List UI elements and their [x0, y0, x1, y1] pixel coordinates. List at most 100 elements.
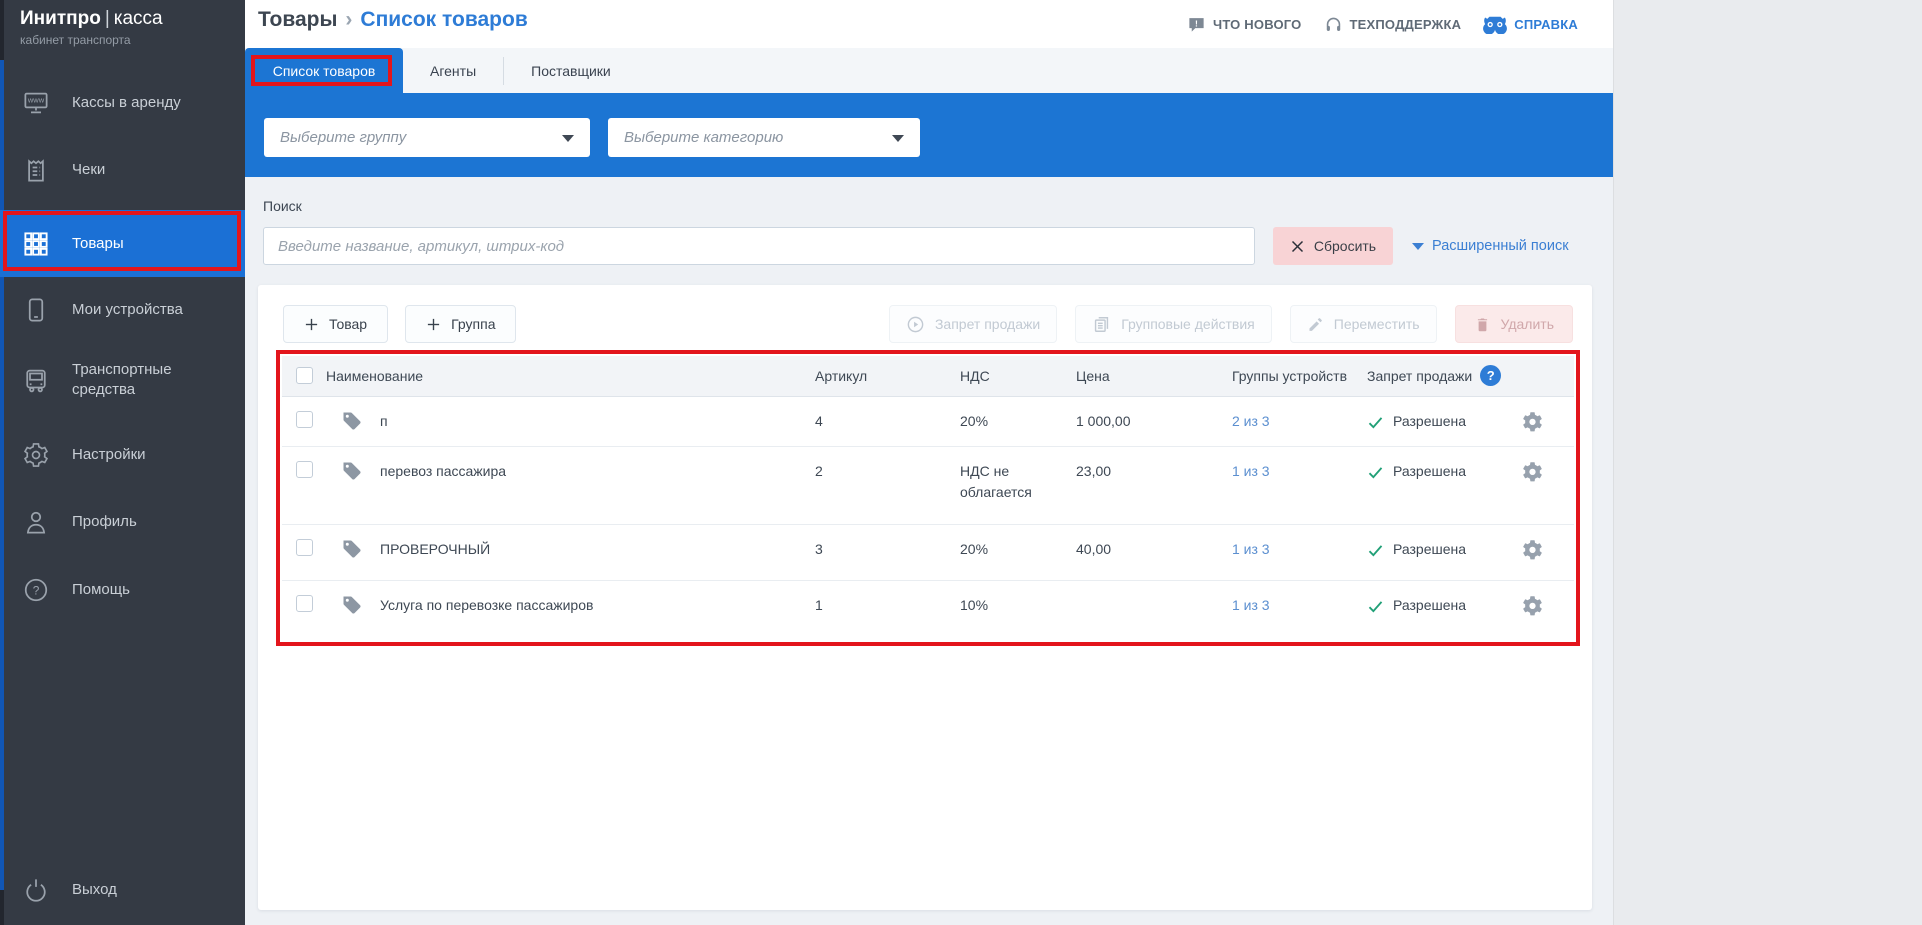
app-logo[interactable]: Инитпро|касса	[20, 8, 163, 30]
row-checkbox[interactable]	[296, 411, 313, 428]
goods-table: Наименование Артикул НДС Цена Группы уст…	[282, 356, 1574, 629]
row-settings-gear-icon[interactable]	[1522, 595, 1543, 616]
person-icon	[20, 506, 52, 538]
advanced-search-link[interactable]: Расширенный поиск	[1412, 227, 1569, 265]
group-filter-placeholder: Выберите группу	[264, 129, 406, 146]
whats-new-label: ЧТО НОВОГО	[1213, 17, 1301, 32]
sidebar-item-label: Выход	[72, 880, 232, 900]
bus-icon	[20, 364, 52, 396]
col-header-name: Наименование	[326, 368, 423, 384]
device-groups-link[interactable]: 1 из 3	[1232, 541, 1270, 557]
reference-label: СПРАВКА	[1514, 17, 1578, 32]
breadcrumb: Товары›Список товаров	[258, 8, 528, 32]
support-label: ТЕХПОДДЕРЖКА	[1350, 17, 1462, 32]
device-groups-link[interactable]: 1 из 3	[1232, 463, 1270, 479]
category-filter-placeholder: Выберите категорию	[608, 129, 783, 146]
chevron-down-icon	[562, 135, 574, 142]
advanced-search-label: Расширенный поиск	[1432, 238, 1569, 254]
tab-bar: Список товаров Агенты Поставщики	[245, 48, 1613, 93]
tab-agents[interactable]: Агенты	[403, 63, 503, 79]
product-price: 40,00	[1076, 524, 1232, 580]
product-name[interactable]: ПРОВЕРОЧНЫЙ	[380, 539, 490, 560]
inactive-tabs: Агенты Поставщики	[403, 48, 638, 93]
device-groups-link[interactable]: 1 из 3	[1232, 597, 1270, 613]
sidebar-item-my-devices[interactable]: Мои устройства	[0, 282, 245, 338]
sidebar-item-label: Товары	[72, 234, 232, 254]
tab-suppliers[interactable]: Поставщики	[504, 63, 638, 79]
brand-divider: |	[101, 8, 114, 29]
table-row: перевоз пассажира 2 НДС не облагается 23…	[282, 446, 1574, 524]
table-row: п 4 20% 1 000,00 2 из 3 Разрешена	[282, 396, 1574, 446]
product-name[interactable]: Услуга по перевозке пассажиров	[380, 595, 593, 616]
search-input[interactable]	[263, 227, 1255, 265]
help-badge-glyph: ?	[1487, 368, 1495, 383]
owl-icon	[1483, 15, 1507, 34]
sidebar-item-settings[interactable]: Настройки	[0, 427, 245, 483]
brand-name: Инитпро	[20, 8, 101, 29]
tab-goods-list[interactable]: Список товаров	[245, 48, 403, 93]
product-sku: 3	[815, 524, 960, 580]
page-header: Товары›Список товаров ! ЧТО НОВОГО	[245, 0, 1613, 48]
tag-icon	[340, 409, 364, 433]
sidebar-item-rental-registers[interactable]: www Кассы в аренду	[0, 75, 245, 131]
add-group-button[interactable]: Группа	[405, 305, 516, 343]
select-all-checkbox[interactable]	[296, 367, 313, 384]
sidebar-item-help[interactable]: ? Помощь	[0, 562, 245, 618]
whats-new-link[interactable]: ! ЧТО НОВОГО	[1187, 15, 1301, 34]
row-checkbox[interactable]	[296, 539, 313, 556]
product-vat: 10%	[960, 580, 1076, 629]
sidebar-item-profile[interactable]: Профиль	[0, 494, 245, 550]
product-sku: 4	[815, 396, 960, 446]
headphones-icon	[1324, 15, 1343, 34]
main-area: Товары›Список товаров ! ЧТО НОВОГО	[245, 0, 1613, 925]
check-icon	[1367, 464, 1384, 481]
row-checkbox[interactable]	[296, 461, 313, 478]
header-links: ! ЧТО НОВОГО ТЕХПОДДЕРЖКА	[1187, 0, 1578, 48]
bulk-actions-label: Групповые действия	[1121, 316, 1255, 332]
ban-sale-label: Запрет продажи	[935, 316, 1040, 332]
move-button[interactable]: Переместить	[1290, 305, 1437, 343]
ban-sale-button[interactable]: Запрет продажи	[889, 305, 1057, 343]
sidebar-item-label: Кассы в аренду	[72, 93, 232, 113]
help-badge-icon[interactable]: ?	[1480, 365, 1501, 386]
sidebar-item-goods[interactable]: Товары	[0, 210, 245, 277]
bulk-actions-button[interactable]: Групповые действия	[1075, 305, 1272, 343]
product-vat: НДС не облагается	[960, 446, 1076, 524]
table-row: ПРОВЕРОЧНЫЙ 3 20% 40,00 1 из 3 Разрешена	[282, 524, 1574, 580]
sidebar-item-logout[interactable]: Выход	[0, 862, 245, 918]
delete-button[interactable]: Удалить	[1455, 305, 1573, 343]
product-price: 1 000,00	[1076, 396, 1232, 446]
sidebar-item-label: Профиль	[72, 512, 232, 532]
device-groups-link[interactable]: 2 из 3	[1232, 413, 1270, 429]
sidebar-item-vehicles[interactable]: Транспортные средства	[0, 346, 245, 414]
add-product-button[interactable]: Товар	[283, 305, 388, 343]
product-name[interactable]: перевоз пассажира	[380, 461, 506, 482]
cabinet-subtitle: кабинет транспорта	[20, 33, 131, 47]
row-checkbox[interactable]	[296, 595, 313, 612]
group-filter-dropdown[interactable]: Выберите группу	[264, 118, 590, 157]
sale-status: Разрешена	[1393, 411, 1466, 432]
tag-icon	[340, 537, 364, 561]
sidebar: Инитпро|касса кабинет транспорта www Кас…	[0, 0, 245, 925]
sidebar-item-receipts[interactable]: Чеки	[0, 142, 245, 198]
table-row: Услуга по перевозке пассажиров 1 10% 1 и…	[282, 580, 1574, 629]
product-price: 23,00	[1076, 446, 1232, 524]
category-filter-dropdown[interactable]: Выберите категорию	[608, 118, 920, 157]
sale-status: Разрешена	[1393, 461, 1466, 482]
row-settings-gear-icon[interactable]	[1522, 539, 1543, 560]
sale-status: Разрешена	[1393, 595, 1466, 616]
support-link[interactable]: ТЕХПОДДЕРЖКА	[1324, 15, 1462, 34]
close-icon	[1290, 239, 1305, 254]
row-settings-gear-icon[interactable]	[1522, 461, 1543, 482]
chevron-down-icon	[892, 135, 904, 142]
power-icon	[20, 874, 52, 906]
search-label: Поиск	[263, 198, 302, 214]
reference-link[interactable]: СПРАВКА	[1483, 15, 1578, 34]
reset-button[interactable]: Сбросить	[1273, 227, 1393, 265]
speech-bubble-exclaim-icon: !	[1187, 15, 1206, 34]
sidebar-item-label: Помощь	[72, 580, 232, 600]
product-name[interactable]: п	[380, 411, 388, 432]
stacked-docs-icon	[1092, 315, 1111, 334]
row-settings-gear-icon[interactable]	[1522, 411, 1543, 432]
goods-card: Товар Группа Запрет продажи	[258, 285, 1592, 910]
